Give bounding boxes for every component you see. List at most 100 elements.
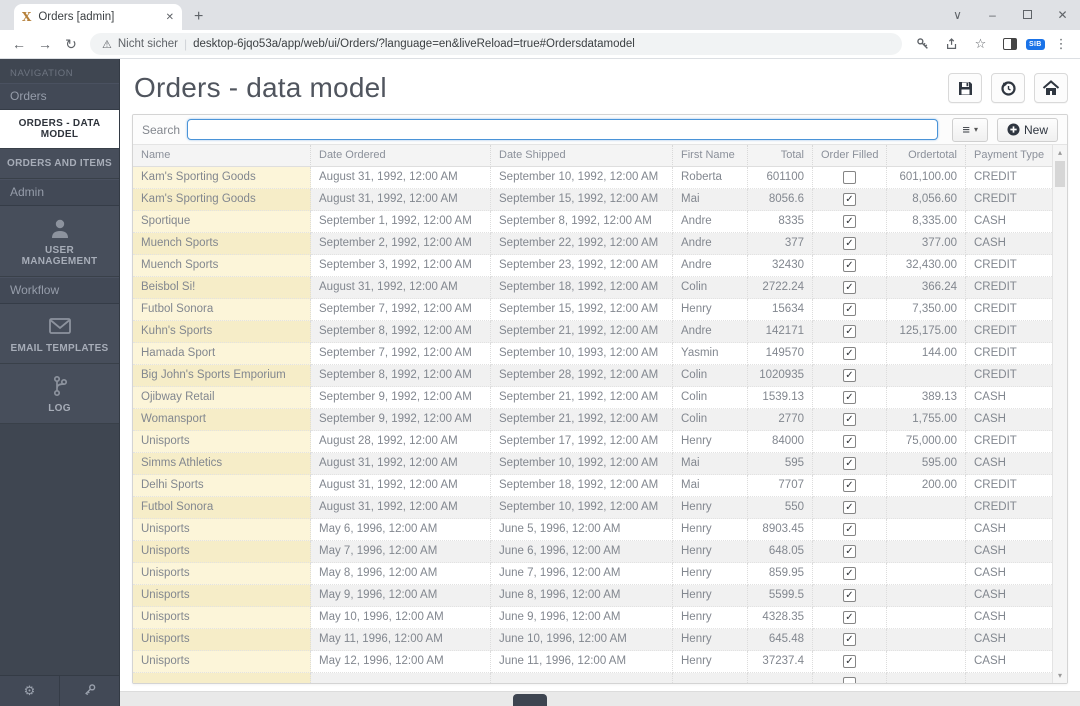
table-row[interactable]: Unisports May 9, 1996, 12:00 AM June 8, 19… — [133, 585, 1052, 607]
table-row[interactable]: Kam's Sporting Goods August 31, 1992, 12:… — [133, 167, 1052, 189]
table-row[interactable]: Beisbol Si! August 31, 1992, 12:00 AM Sept… — [133, 277, 1052, 299]
close-button[interactable]: ✕ — [1045, 8, 1080, 22]
home-button[interactable] — [1034, 73, 1068, 103]
column-header-shipped[interactable]: Date Shipped — [491, 145, 673, 167]
back-icon[interactable]: ← — [6, 36, 32, 52]
scroll-up-icon[interactable]: ▴ — [1053, 148, 1067, 157]
sidebar-item-orders-and-items[interactable]: ORDERS AND ITEMS — [0, 149, 119, 179]
history-button[interactable] — [991, 73, 1025, 103]
cell-filled[interactable]: ✓ — [813, 585, 887, 607]
table-row[interactable]: Unisports May 12, 1996, 12:00 AM June 11, … — [133, 651, 1052, 673]
cell-filled[interactable]: ✓ — [813, 475, 887, 497]
table-row[interactable]: Ojibway Retail September 9, 1992, 12:00 A… — [133, 387, 1052, 409]
cell-filled[interactable]: ✓ — [813, 189, 887, 211]
key-icon[interactable] — [910, 37, 935, 51]
cell-filled[interactable]: ✓ — [813, 343, 887, 365]
order-filled-checkbox[interactable]: ✓ — [843, 501, 856, 514]
order-filled-checkbox[interactable]: ✓ — [843, 193, 856, 206]
table-row[interactable]: Simms Athletics August 31, 1992, 12:00 AM… — [133, 453, 1052, 475]
cell-filled[interactable] — [813, 167, 887, 189]
cell-filled[interactable]: ✓ — [813, 541, 887, 563]
order-filled-checkbox[interactable]: ✓ — [843, 457, 856, 470]
column-header-filled[interactable]: Order Filled — [813, 145, 887, 167]
cell-filled[interactable] — [813, 673, 887, 683]
table-row[interactable]: Unisports May 10, 1996, 12:00 AM June 9, 1… — [133, 607, 1052, 629]
order-filled-checkbox[interactable]: ✓ — [843, 369, 856, 382]
table-row[interactable]: Muench Sports September 2, 1992, 12:00 AM… — [133, 233, 1052, 255]
scroll-down-icon[interactable]: ▾ — [1053, 671, 1067, 680]
table-row[interactable]: Unisports May 6, 1996, 12:00 AM June 5, 19… — [133, 519, 1052, 541]
cell-filled[interactable]: ✓ — [813, 409, 887, 431]
maximize-button[interactable] — [1010, 8, 1045, 22]
order-filled-checkbox[interactable]: ✓ — [843, 413, 856, 426]
order-filled-checkbox[interactable]: ✓ — [843, 589, 856, 602]
order-filled-checkbox[interactable]: ✓ — [843, 611, 856, 624]
table-row[interactable]: Unisports May 7, 1996, 12:00 AM June 6, 19… — [133, 541, 1052, 563]
tab-close-icon[interactable]: ✕ — [166, 12, 174, 23]
cell-filled[interactable]: ✓ — [813, 255, 887, 277]
order-filled-checkbox[interactable]: ✓ — [843, 435, 856, 448]
order-filled-checkbox[interactable]: ✓ — [843, 303, 856, 316]
order-filled-checkbox[interactable]: ✓ — [843, 215, 856, 228]
cell-filled[interactable]: ✓ — [813, 453, 887, 475]
share-icon[interactable] — [939, 37, 964, 51]
search-tabs-icon[interactable]: ∨ — [940, 8, 975, 22]
table-row[interactable]: Unisports August 28, 1992, 12:00 AM Septem… — [133, 431, 1052, 453]
address-bar[interactable]: ⚠ Nicht sicher | desktop-6jqo53a/app/web… — [90, 33, 902, 55]
cell-filled[interactable]: ✓ — [813, 387, 887, 409]
table-row[interactable]: Kam's Sporting Goods August 31, 1992, 12:… — [133, 189, 1052, 211]
table-row[interactable]: Unisports May 11, 1996, 12:00 AM June 10, … — [133, 629, 1052, 651]
order-filled-checkbox[interactable] — [843, 677, 856, 683]
vertical-scrollbar[interactable]: ▴ ▾ — [1052, 145, 1067, 683]
cell-filled[interactable]: ✓ — [813, 233, 887, 255]
order-filled-checkbox[interactable]: ✓ — [843, 633, 856, 646]
bookmark-star-icon[interactable]: ☆ — [968, 36, 993, 52]
sidebar-item-user-management[interactable]: USER MANAGEMENT — [0, 206, 119, 277]
search-input[interactable] — [187, 119, 939, 140]
column-header-total[interactable]: Total — [748, 145, 813, 167]
menu-dots-icon[interactable]: ⋮ — [1049, 36, 1074, 52]
admin-key-icon[interactable] — [59, 676, 119, 706]
column-header-name[interactable]: Name — [133, 145, 311, 167]
cell-filled[interactable]: ✓ — [813, 211, 887, 233]
column-header-payment[interactable]: Payment Type — [966, 145, 1052, 167]
order-filled-checkbox[interactable]: ✓ — [843, 281, 856, 294]
column-header-ordered[interactable]: Date Ordered — [311, 145, 491, 167]
sidebar-group-admin[interactable]: Admin — [0, 179, 119, 206]
order-filled-checkbox[interactable] — [843, 171, 856, 184]
minimize-button[interactable]: – — [975, 8, 1010, 22]
cell-filled[interactable]: ✓ — [813, 365, 887, 387]
cell-filled[interactable]: ✓ — [813, 277, 887, 299]
order-filled-checkbox[interactable]: ✓ — [843, 391, 856, 404]
column-header-first_name[interactable]: First Name — [673, 145, 748, 167]
cell-filled[interactable]: ✓ — [813, 651, 887, 673]
sidebar-item-orders-data-model[interactable]: ORDERS - DATA MODEL — [0, 110, 119, 149]
table-row[interactable]: Delhi Sports August 31, 1992, 12:00 AM Sep… — [133, 475, 1052, 497]
table-row[interactable]: Sportique September 1, 1992, 12:00 AM Sept… — [133, 211, 1052, 233]
new-tab-button[interactable]: + — [194, 8, 203, 30]
cell-filled[interactable]: ✓ — [813, 629, 887, 651]
security-label[interactable]: Nicht sicher — [118, 38, 178, 50]
order-filled-checkbox[interactable]: ✓ — [843, 567, 856, 580]
extension-badge[interactable]: SIB — [1026, 38, 1045, 50]
save-button[interactable] — [948, 73, 982, 103]
side-panel-icon[interactable] — [997, 38, 1022, 50]
table-row-partial[interactable] — [133, 673, 1052, 683]
cell-filled[interactable]: ✓ — [813, 299, 887, 321]
cell-filled[interactable]: ✓ — [813, 497, 887, 519]
cell-filled[interactable]: ✓ — [813, 519, 887, 541]
table-row[interactable]: Big John's Sports Emporium September 8, 1… — [133, 365, 1052, 387]
scrollbar-thumb[interactable] — [1055, 161, 1065, 187]
sidebar-group-workflow[interactable]: Workflow — [0, 277, 119, 304]
table-row[interactable]: Futbol Sonora August 31, 1992, 12:00 AM Se… — [133, 497, 1052, 519]
table-row[interactable]: Futbol Sonora September 7, 1992, 12:00 AM… — [133, 299, 1052, 321]
menu-dropdown-button[interactable]: ≡ ▾ — [952, 117, 988, 142]
cell-filled[interactable]: ✓ — [813, 563, 887, 585]
forward-icon[interactable]: → — [32, 36, 58, 52]
sidebar-item-email-templates[interactable]: EMAIL TEMPLATES — [0, 304, 119, 364]
table-row[interactable]: Womansport September 9, 1992, 12:00 AM Sep… — [133, 409, 1052, 431]
order-filled-checkbox[interactable]: ✓ — [843, 545, 856, 558]
settings-gear-icon[interactable]: ⚙ — [0, 676, 59, 706]
new-button[interactable]: New — [996, 117, 1058, 142]
cell-filled[interactable]: ✓ — [813, 431, 887, 453]
